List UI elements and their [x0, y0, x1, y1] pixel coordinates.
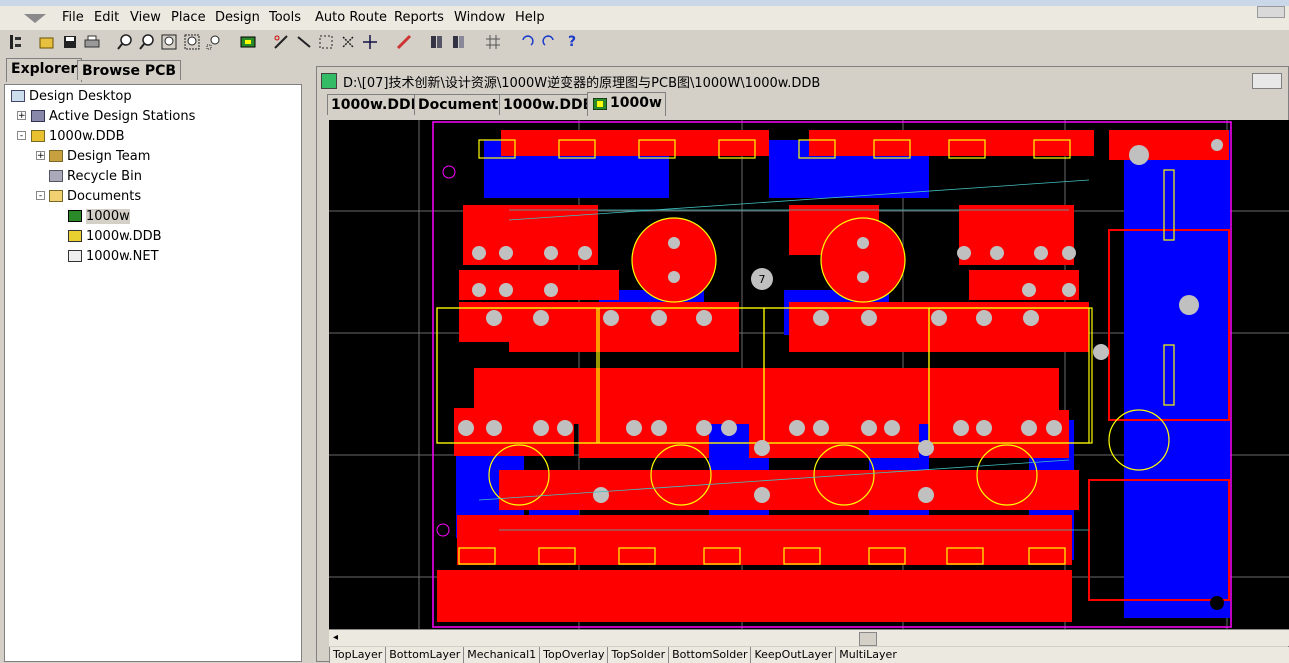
- team-icon: [49, 150, 63, 162]
- interactive-route-icon[interactable]: [295, 33, 313, 51]
- desktop-icon: [11, 90, 25, 102]
- layer-tab-mechanical1[interactable]: Mechanical1: [463, 647, 539, 663]
- tree-item-active-design-stations[interactable]: Active Design Stations: [31, 107, 195, 125]
- toolbar: ?: [0, 30, 1289, 54]
- layer-tab-bottomsolder[interactable]: BottomSolder: [668, 647, 750, 663]
- layer-tab-topsolder[interactable]: TopSolder: [607, 647, 668, 663]
- mounting-hole: [436, 523, 450, 537]
- undo-icon[interactable]: [518, 33, 536, 51]
- tree-item-recycle-bin[interactable]: Recycle Bin: [49, 167, 142, 185]
- database-icon: [31, 130, 45, 142]
- horizontal-scrollbar[interactable]: ◂: [329, 629, 1289, 646]
- mounting-hole: [442, 165, 456, 179]
- layer-tab-keepoutlayer[interactable]: KeepOutLayer: [750, 647, 835, 663]
- zoom-fit-icon[interactable]: [160, 33, 178, 51]
- recycle-bin-icon: [49, 170, 63, 182]
- close-button[interactable]: [1257, 6, 1285, 18]
- select-area-icon[interactable]: [317, 33, 335, 51]
- tree-item-design-desktop[interactable]: Design Desktop: [11, 87, 132, 105]
- menu-help[interactable]: Help: [515, 10, 545, 25]
- schematic-document-icon: [68, 230, 82, 242]
- tree-item-1000w-net[interactable]: 1000w.NET: [68, 247, 159, 265]
- grid-icon[interactable]: [484, 33, 502, 51]
- cut-icon[interactable]: [272, 33, 290, 51]
- stations-icon: [31, 110, 45, 122]
- document-icon: [321, 73, 337, 89]
- expand-icon[interactable]: +: [36, 151, 45, 161]
- library-icon[interactable]: [428, 33, 446, 51]
- zoom-in-icon[interactable]: [116, 33, 134, 51]
- menu-auto-route[interactable]: Auto Route: [315, 10, 387, 25]
- zoom-out-icon[interactable]: [138, 33, 156, 51]
- pcb-drawing: 7: [329, 120, 1289, 629]
- pcb-tab-icon: [593, 98, 607, 110]
- menu-file[interactable]: File: [62, 10, 84, 25]
- board-label: 7: [759, 273, 766, 286]
- scroll-left-icon[interactable]: ◂: [333, 632, 338, 643]
- scroll-thumb[interactable]: [859, 632, 877, 646]
- app-menu-icon[interactable]: [24, 12, 46, 24]
- tab-explorer[interactable]: Explorer: [6, 58, 83, 82]
- minimize-button[interactable]: [1252, 73, 1282, 89]
- explorer-tree: Design Desktop + Active Design Stations …: [4, 84, 302, 662]
- explorer-panel: Explorer Browse PCB Design Desktop + Act…: [0, 56, 306, 662]
- expand-icon[interactable]: +: [17, 111, 26, 121]
- tree-item-design-team[interactable]: Design Team: [49, 147, 150, 165]
- collapse-icon[interactable]: -: [36, 191, 45, 201]
- zoom-area-icon[interactable]: [183, 33, 201, 51]
- folder-icon: [49, 190, 63, 202]
- deselect-icon[interactable]: [339, 33, 357, 51]
- move-icon[interactable]: [361, 33, 379, 51]
- pcb-document-icon: [68, 210, 82, 222]
- highlight-net-icon[interactable]: [395, 33, 413, 51]
- menu-bar: File Edit View Place Design Tools Auto R…: [0, 6, 1289, 31]
- tab-browse-pcb[interactable]: Browse PCB: [77, 60, 182, 80]
- component-icon[interactable]: [239, 33, 257, 51]
- redo-icon[interactable]: [540, 33, 558, 51]
- help-icon[interactable]: ?: [563, 33, 581, 51]
- tab-1000w-ddb[interactable]: 1000w.DDB: [327, 94, 426, 115]
- menu-reports[interactable]: Reports: [394, 10, 444, 25]
- menu-window[interactable]: Window: [454, 10, 505, 25]
- layer-tabs: TopLayer BottomLayer Mechanical1 TopOver…: [329, 647, 1289, 663]
- collapse-icon[interactable]: -: [17, 131, 26, 141]
- menu-place[interactable]: Place: [171, 10, 206, 25]
- menu-design[interactable]: Design: [215, 10, 260, 25]
- print-icon[interactable]: [83, 33, 101, 51]
- document-title: D:\[07]技术创新\设计资源\1000W逆变器的原理图与PCB图\1000W…: [321, 70, 820, 92]
- menu-tools[interactable]: Tools: [269, 10, 301, 25]
- layer-tab-bottomlayer[interactable]: BottomLayer: [385, 647, 463, 663]
- project-tree-icon[interactable]: [6, 33, 24, 51]
- tree-item-documents[interactable]: Documents: [49, 187, 141, 205]
- netlist-document-icon: [68, 250, 82, 262]
- document-path: D:\[07]技术创新\设计资源\1000W逆变器的原理图与PCB图\1000W…: [343, 75, 821, 91]
- save-icon[interactable]: [61, 33, 79, 51]
- zoom-selection-icon[interactable]: [205, 33, 223, 51]
- pcb-canvas[interactable]: 7: [329, 120, 1289, 629]
- tab-documents[interactable]: Documents: [414, 94, 511, 115]
- tree-item-1000w[interactable]: 1000w: [68, 207, 130, 225]
- layer-tab-multilayer[interactable]: MultiLayer: [835, 647, 900, 663]
- tab-1000w-ddb-2[interactable]: 1000w.DDB: [499, 94, 598, 115]
- tree-item-1000w-ddb-doc[interactable]: 1000w.DDB: [68, 227, 162, 245]
- layer-tab-toplayer[interactable]: TopLayer: [329, 647, 385, 663]
- layer-tab-topoverlay[interactable]: TopOverlay: [539, 647, 607, 663]
- open-folder-icon[interactable]: [38, 33, 56, 51]
- menu-view[interactable]: View: [130, 10, 161, 25]
- document-window: D:\[07]技术创新\设计资源\1000W逆变器的原理图与PCB图\1000W…: [316, 66, 1289, 663]
- browse-library-icon[interactable]: [450, 33, 468, 51]
- menu-edit[interactable]: Edit: [94, 10, 119, 25]
- tree-item-1000w-ddb[interactable]: 1000w.DDB: [31, 127, 125, 145]
